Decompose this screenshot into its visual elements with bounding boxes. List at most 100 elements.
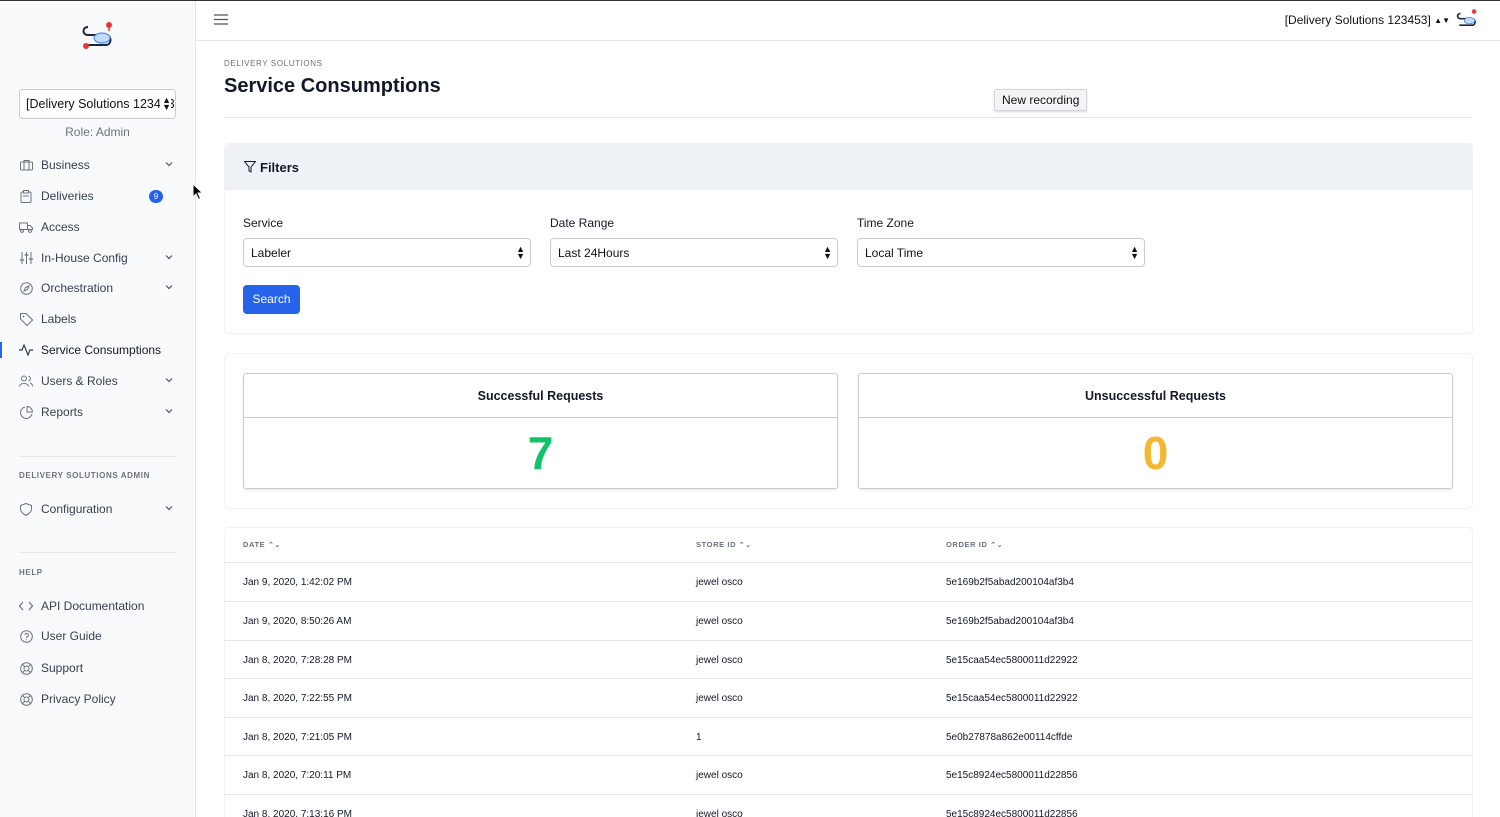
table-row: Jan 9, 2020, 1:42:02 PM jewel osco 5e169… [225,562,1472,601]
role-label: Role: Admin [65,125,130,139]
cell-date: Jan 8, 2020, 7:28:28 PM [243,655,352,666]
cell-date: Jan 9, 2020, 1:42:02 PM [243,577,352,588]
account-switcher-value: [Delivery Solutions 123453] [1284,13,1431,27]
sidebar-divider [19,552,176,553]
unsuccessful-requests-box: Unsuccessful Requests 0 [858,373,1453,489]
sidebar-item-label: User Guide [41,629,102,643]
sidebar-item-access[interactable]: Access [19,215,176,239]
sidebar-item-orchestration[interactable]: Orchestration [19,276,176,300]
cell-store-id: jewel osco [696,770,743,781]
cell-date: Jan 8, 2020, 7:22:55 PM [243,693,352,704]
select-arrows-icon: ▲▼ [823,244,832,261]
column-header-label: STORE ID [696,540,737,549]
sidebar-item-label: Support [41,661,84,675]
help-section-label: HELP [19,568,43,577]
search-button[interactable]: Search [243,285,300,314]
truck-icon [19,220,33,234]
select-arrows-icon: ▲▼ [160,95,171,112]
chevron-down-icon[interactable] [164,282,174,292]
unsuccessful-requests-value: 0 [1142,427,1169,479]
cell-order-id: 5e169b2f5abad200104af3b4 [946,616,1074,627]
sidebar-item-label: API Documentation [41,599,145,613]
sidebar-item-user-guide[interactable]: User Guide [19,624,176,648]
admin-section-label: DELIVERY SOLUTIONS ADMIN [19,471,151,480]
sidebar-item-business[interactable]: Business [19,153,176,177]
table-row: Jan 8, 2020, 7:13:16 PM jewel osco 5e15c… [225,794,1472,817]
code-icon [19,599,33,613]
life-buoy-icon [19,692,33,706]
sidebar-item-service-consumptions[interactable]: Service Consumptions [19,338,176,362]
service-select[interactable]: Labeler ▲ ▼ [243,238,531,267]
cell-order-id: 5e0b27878a862e00114cffde [946,732,1073,743]
service-select-value: Labeler [251,246,292,260]
sidebar-item-label: Configuration [41,502,113,516]
chevron-down-icon[interactable] [164,503,174,513]
clipboard-icon [19,189,33,203]
filters-card: Filters Service Labeler ▲ ▼ Date Range La… [225,144,1472,333]
select-arrows-icon: ▲▼ [1130,244,1139,261]
cell-store-id: jewel osco [696,655,743,666]
sidebar-item-labels[interactable]: Labels [19,307,176,331]
sidebar-item-privacy-policy[interactable]: Privacy Policy [19,687,176,711]
account-select-value: [Delivery Solutions 123453] [26,97,176,111]
sidebar-item-deliveries[interactable]: Deliveries 9 [19,184,176,208]
sidebar-item-reports[interactable]: Reports [19,400,176,424]
page-title: Service Consumptions [224,75,441,97]
chevron-down-icon[interactable] [164,159,174,169]
cell-store-id: jewel osco [696,616,743,627]
brand-logo[interactable] [1454,8,1480,32]
column-header-date[interactable]: DATE ⌃⌄ [243,540,281,549]
chevron-down-icon[interactable] [164,375,174,385]
cell-date: Jan 8, 2020, 7:20:11 PM [243,770,352,781]
time-zone-label: Time Zone [857,216,914,230]
sidebar-divider [19,456,176,457]
date-range-label: Date Range [550,216,615,230]
cell-store-id: jewel osco [696,577,743,588]
filters-header: Filters [225,144,1472,190]
help-circle-icon [19,629,33,643]
cell-date: Jan 9, 2020, 8:50:26 AM [243,616,352,627]
cell-store-id: jewel osco [696,809,743,817]
sidebar-item-label: Labels [41,312,77,326]
unsuccessful-requests-label: Unsuccessful Requests [859,374,1452,418]
time-zone-select[interactable]: Local Time ▲ ▼ [857,238,1145,267]
sort-icon: ⌃⌄ [990,542,1004,549]
cell-order-id: 5e15caa54ec5800011d22922 [946,693,1078,704]
column-header-store-id[interactable]: STORE ID ⌃⌄ [696,540,752,549]
column-header-order-id[interactable]: ORDER ID ⌃⌄ [946,540,1003,549]
sidebar: [Delivery Solutions 123453] ▲ ▼ Role: Adm… [0,1,196,817]
cell-order-id: 5e169b2f5abad200104af3b4 [946,577,1074,588]
filter-icon [244,161,256,173]
shield-icon [19,502,33,516]
account-select[interactable]: [Delivery Solutions 123453] ▲ ▼ [19,89,176,119]
sidebar-item-users-roles[interactable]: Users & Roles [19,369,176,393]
tag-icon [19,312,33,326]
cell-store-id: 1 [696,732,702,743]
sidebar-item-support[interactable]: Support [19,656,176,680]
chevron-down-icon[interactable] [164,252,174,262]
sidebar-item-api-documentation[interactable]: API Documentation [19,594,176,618]
cell-order-id: 5e15c8924ec5800011d22856 [946,770,1078,781]
sidebar-item-configuration[interactable]: Configuration [19,497,176,521]
filters-title: Filters [260,159,300,175]
title-divider [224,117,1472,118]
sidebar-item-label: Service Consumptions [41,343,162,357]
account-switcher[interactable]: [Delivery Solutions 123453] ▲▼ [1285,13,1450,27]
sort-icon: ⌃⌄ [267,542,281,549]
topbar: [Delivery Solutions 123453] ▲▼ [196,1,1500,41]
column-header-label: ORDER ID [946,540,988,549]
sidebar-item-in-house-config[interactable]: In-House Config [19,246,176,270]
brand-logo[interactable] [78,19,118,55]
date-range-select[interactable]: Last 24Hours ▲ ▼ [550,238,838,267]
chevron-down-icon[interactable] [164,406,174,416]
table-row: Jan 8, 2020, 7:22:55 PM jewel osco 5e15c… [225,678,1472,717]
pie-chart-icon [19,405,33,419]
breadcrumb: DELIVERY SOLUTIONS [224,59,323,68]
select-arrows-icon: ▲▼ [516,244,525,261]
hamburger-menu-icon[interactable] [214,14,228,25]
activity-icon [19,343,33,357]
sidebar-item-label: In-House Config [41,251,128,265]
sidebar-item-label: Privacy Policy [41,692,116,706]
table-row: Jan 8, 2020, 7:20:11 PM jewel osco 5e15c… [225,755,1472,794]
successful-requests-box: Successful Requests 7 [243,373,838,489]
